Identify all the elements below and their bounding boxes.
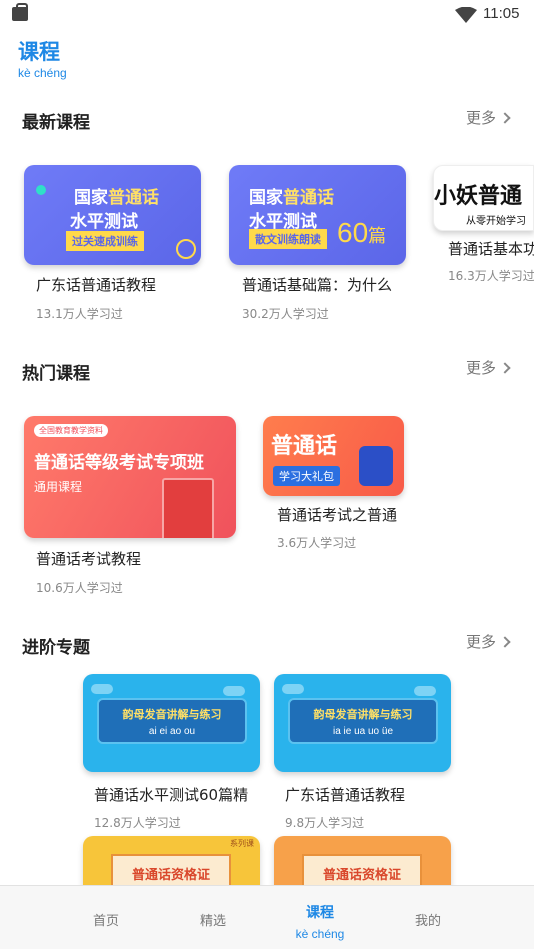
learner-count: 3.6万人学习过: [277, 536, 357, 550]
course-thumbnail: 韵母发音讲解与练习 ia ie ua uo üe: [274, 674, 451, 772]
section-title-popular: 热门课程: [22, 364, 90, 384]
course-thumbnail: 小妖普通 从零开始学习: [433, 165, 534, 231]
course-thumbnail: 全国教育教学资料 普通话等级考试专项班 通用课程: [24, 416, 236, 538]
course-thumbnail: 普通话 学习大礼包: [263, 416, 404, 496]
page-title: 课程: [18, 40, 60, 64]
course-title: 广东话普通话教程: [36, 276, 157, 294]
more-link-popular[interactable]: 更多: [466, 357, 511, 378]
more-label: 更多: [466, 109, 497, 127]
course-title: 普通话水平测试60篇精: [94, 786, 249, 804]
course-title: 普通话考试教程: [36, 550, 142, 568]
learner-count: 16.3万人学习过: [448, 269, 534, 283]
learner-count: 12.8万人学习过: [94, 816, 181, 830]
course-title: 普通话基础篇：为什么: [242, 276, 393, 294]
more-link-advanced[interactable]: 更多: [466, 631, 511, 652]
nav-item-courses[interactable]: 课程 kè chéng: [270, 886, 370, 949]
cloud-decor: [91, 684, 113, 694]
course-title: 普通话基本功: [448, 240, 534, 258]
course-thumbnail: 韵母发音讲解与练习 ai ei ao ou: [83, 674, 260, 772]
figure-illustration: [359, 446, 393, 486]
bottom-nav: 首页 精选 课程 kè chéng 我的: [0, 885, 534, 949]
course-thumbnail: 国家普通话 水平测试 过关速成训练: [24, 165, 201, 265]
cloud-decor: [414, 686, 436, 696]
status-bar: 11:05: [0, 0, 534, 30]
course-thumbnail: 国家普通话 水平测试 散文训练朗读 60篇: [229, 165, 406, 265]
status-time: 11:05: [483, 5, 520, 22]
chevron-right-icon: [499, 635, 511, 648]
section-title-latest: 最新课程: [22, 113, 90, 133]
chevron-right-icon: [499, 361, 511, 374]
book-illustration: [162, 478, 214, 538]
course-title: 普通话考试之普通: [277, 506, 398, 524]
learner-count: 30.2万人学习过: [242, 307, 329, 321]
nav-item-home[interactable]: 首页: [56, 886, 156, 949]
wifi-icon: [455, 7, 477, 23]
section-title-advanced: 进阶专题: [22, 638, 90, 658]
chevron-right-icon: [499, 111, 511, 124]
page-subtitle: kè chéng: [18, 66, 67, 80]
shopping-bag-icon: [12, 3, 28, 21]
cloud-decor: [282, 684, 304, 694]
cloud-decor: [223, 686, 245, 696]
more-label: 更多: [466, 633, 497, 651]
nav-item-mine[interactable]: 我的: [378, 886, 478, 949]
nav-item-featured[interactable]: 精选: [163, 886, 263, 949]
more-label: 更多: [466, 359, 497, 377]
learner-count: 10.6万人学习过: [36, 581, 123, 595]
course-title: 广东话普通话教程: [285, 786, 406, 804]
learner-count: 9.8万人学习过: [285, 816, 365, 830]
learner-count: 13.1万人学习过: [36, 307, 123, 321]
more-link-latest[interactable]: 更多: [466, 107, 511, 128]
decor-circle: [176, 239, 196, 259]
decor-dot: [36, 185, 46, 195]
